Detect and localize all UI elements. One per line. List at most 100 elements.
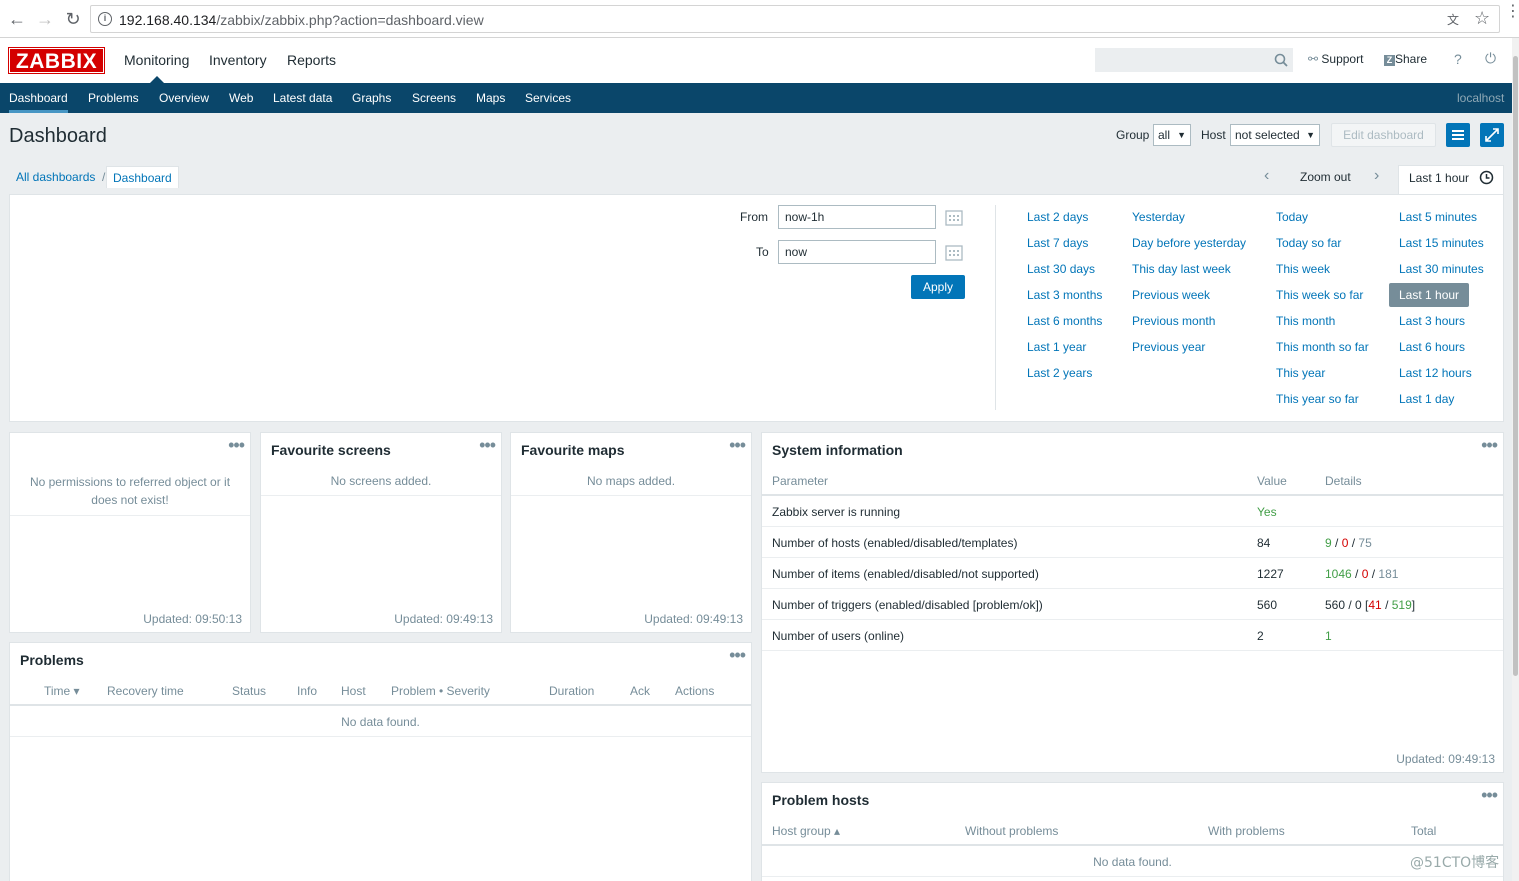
quick-range-today[interactable]: Today bbox=[1276, 210, 1308, 224]
calendar-icon[interactable] bbox=[945, 244, 963, 262]
menu-monitoring[interactable]: Monitoring bbox=[124, 52, 189, 68]
column-host: Host bbox=[341, 684, 366, 698]
quick-range-previous-year[interactable]: Previous year bbox=[1132, 340, 1205, 354]
menu-reports[interactable]: Reports bbox=[287, 52, 336, 68]
share-link[interactable]: Z Share bbox=[1384, 52, 1427, 66]
forward-icon[interactable]: → bbox=[34, 8, 56, 30]
subnav-overview[interactable]: Overview bbox=[159, 91, 209, 105]
divider bbox=[511, 495, 751, 496]
subnav-services[interactable]: Services bbox=[525, 91, 571, 105]
subnav-maps[interactable]: Maps bbox=[476, 91, 505, 105]
group-label: Group bbox=[1116, 128, 1150, 142]
quick-range-previous-week[interactable]: Previous week bbox=[1132, 288, 1210, 302]
apply-button[interactable]: Apply bbox=[911, 275, 965, 299]
zabbix-logo[interactable]: ZABBIX bbox=[8, 47, 105, 74]
row-details: 1046 / 0 / 181 bbox=[1325, 567, 1399, 581]
quick-range-last-5-minutes[interactable]: Last 5 minutes bbox=[1399, 210, 1477, 224]
support-link[interactable]: ⚯ Support bbox=[1308, 52, 1363, 66]
quick-range-this-year-so-far[interactable]: This year so far bbox=[1276, 392, 1359, 406]
to-input[interactable]: now bbox=[778, 240, 936, 264]
translate-icon[interactable]: 文 bbox=[1447, 11, 1463, 27]
quick-range-day-before-yesterday[interactable]: Day before yesterday bbox=[1132, 236, 1246, 250]
back-icon[interactable]: ← bbox=[6, 8, 28, 30]
quick-range-last-6-hours[interactable]: Last 6 hours bbox=[1399, 340, 1465, 354]
quick-range-last-2-days[interactable]: Last 2 days bbox=[1027, 210, 1088, 224]
updated-time: Updated: 09:50:13 bbox=[143, 612, 242, 626]
time-forward-icon[interactable]: › bbox=[1374, 167, 1379, 185]
breadcrumb-separator: / bbox=[102, 170, 106, 184]
widget-options-icon[interactable]: ••• bbox=[1481, 435, 1498, 456]
browser-toolbar: ← → ↻ i 192.168.40.134/zabbix/zabbix.php… bbox=[0, 0, 1519, 38]
widget-options-icon[interactable]: ••• bbox=[1481, 785, 1498, 806]
server-name: localhost bbox=[1457, 91, 1505, 105]
row-value: 560 bbox=[1257, 598, 1278, 612]
help-icon[interactable]: ? bbox=[1454, 51, 1462, 67]
dropdown-arrow-icon: ▼ bbox=[1177, 130, 1186, 140]
global-search-input[interactable] bbox=[1095, 48, 1293, 72]
time-back-icon[interactable]: ‹ bbox=[1264, 167, 1269, 185]
browser-menu-icon[interactable]: ⋮ bbox=[1505, 4, 1519, 20]
quick-range-last-6-months[interactable]: Last 6 months bbox=[1027, 314, 1102, 328]
column-host-group[interactable]: Host group ▴ bbox=[772, 824, 840, 838]
subnav-dashboard[interactable]: Dashboard bbox=[9, 91, 68, 113]
watermark: @51CTO博客 bbox=[1410, 855, 1500, 871]
row-details: 9 / 0 / 75 bbox=[1325, 536, 1372, 550]
quick-range-last-1-hour-selected[interactable]: Last 1 hour bbox=[1389, 283, 1469, 307]
fullscreen-button[interactable] bbox=[1480, 123, 1504, 147]
sign-out-icon[interactable]: ⏻ bbox=[1485, 50, 1496, 67]
from-input[interactable]: now-1h bbox=[778, 205, 936, 229]
quick-range-last-3-hours[interactable]: Last 3 hours bbox=[1399, 314, 1465, 328]
group-select[interactable]: all ▼ bbox=[1153, 124, 1191, 146]
subnav-graphs[interactable]: Graphs bbox=[352, 91, 391, 105]
quick-range-last-15-minutes[interactable]: Last 15 minutes bbox=[1399, 236, 1484, 250]
updated-time: Updated: 09:49:13 bbox=[394, 612, 493, 626]
top-navigation: ZABBIX Monitoring Inventory Reports ⚯ Su… bbox=[0, 38, 1519, 83]
widget-options-icon[interactable]: ••• bbox=[228, 435, 245, 456]
info-icon[interactable]: i bbox=[98, 12, 112, 26]
bookmark-star-icon[interactable]: ☆ bbox=[1474, 8, 1490, 29]
widget-options-icon[interactable]: ••• bbox=[479, 435, 496, 456]
quick-range-yesterday[interactable]: Yesterday bbox=[1132, 210, 1185, 224]
reload-icon[interactable]: ↻ bbox=[62, 8, 84, 30]
quick-range-last-2-years[interactable]: Last 2 years bbox=[1027, 366, 1092, 380]
scrollbar[interactable] bbox=[1512, 38, 1519, 881]
time-filter-panel: From now-1h To now Apply Last 2 days Las… bbox=[9, 194, 1504, 422]
quick-range-last-1-day[interactable]: Last 1 day bbox=[1399, 392, 1454, 406]
breadcrumb-all-dashboards[interactable]: All dashboards bbox=[16, 170, 95, 184]
zoom-out-button[interactable]: Zoom out bbox=[1300, 170, 1351, 184]
time-period-tab[interactable]: Last 1 hour bbox=[1398, 165, 1504, 195]
subnav-problems[interactable]: Problems bbox=[88, 91, 139, 105]
quick-range-last-12-hours[interactable]: Last 12 hours bbox=[1399, 366, 1472, 380]
quick-range-previous-month[interactable]: Previous month bbox=[1132, 314, 1215, 328]
quick-range-today-so-far[interactable]: Today so far bbox=[1276, 236, 1341, 250]
column-time[interactable]: Time ▾ bbox=[44, 684, 80, 698]
quick-range-last-7-days[interactable]: Last 7 days bbox=[1027, 236, 1088, 250]
edit-dashboard-button[interactable]: Edit dashboard bbox=[1331, 123, 1436, 147]
quick-range-last-30-days[interactable]: Last 30 days bbox=[1027, 262, 1095, 276]
dashboard-actions-button[interactable] bbox=[1446, 123, 1470, 147]
subnav-latest-data[interactable]: Latest data bbox=[273, 91, 332, 105]
address-bar[interactable]: i 192.168.40.134/zabbix/zabbix.php?actio… bbox=[90, 5, 1500, 33]
quick-range-last-30-minutes[interactable]: Last 30 minutes bbox=[1399, 262, 1484, 276]
quick-range-this-day-last-week[interactable]: This day last week bbox=[1132, 262, 1231, 276]
empty-row: No data found. bbox=[762, 846, 1503, 877]
quick-range-this-week-so-far[interactable]: This week so far bbox=[1276, 288, 1363, 302]
subnav-screens[interactable]: Screens bbox=[412, 91, 456, 105]
breadcrumb-dashboard[interactable]: Dashboard bbox=[106, 166, 179, 188]
search-icon[interactable] bbox=[1274, 53, 1288, 67]
widget-options-icon[interactable]: ••• bbox=[729, 435, 746, 456]
quick-range-last-3-months[interactable]: Last 3 months bbox=[1027, 288, 1102, 302]
quick-range-this-month-so-far[interactable]: This month so far bbox=[1276, 340, 1369, 354]
scrollbar-thumb[interactable] bbox=[1513, 56, 1518, 676]
row-parameter: Number of triggers (enabled/disabled [pr… bbox=[772, 598, 1043, 612]
quick-range-last-1-year[interactable]: Last 1 year bbox=[1027, 340, 1086, 354]
subnav-web[interactable]: Web bbox=[229, 91, 253, 105]
host-select[interactable]: not selected ▼ bbox=[1230, 124, 1320, 146]
menu-inventory[interactable]: Inventory bbox=[209, 52, 267, 68]
quick-range-this-month[interactable]: This month bbox=[1276, 314, 1335, 328]
calendar-icon[interactable] bbox=[945, 209, 963, 227]
quick-range-this-week[interactable]: This week bbox=[1276, 262, 1330, 276]
quick-range-this-year[interactable]: This year bbox=[1276, 366, 1325, 380]
widget-options-icon[interactable]: ••• bbox=[729, 645, 746, 666]
column-with-problems: With problems bbox=[1208, 824, 1285, 838]
